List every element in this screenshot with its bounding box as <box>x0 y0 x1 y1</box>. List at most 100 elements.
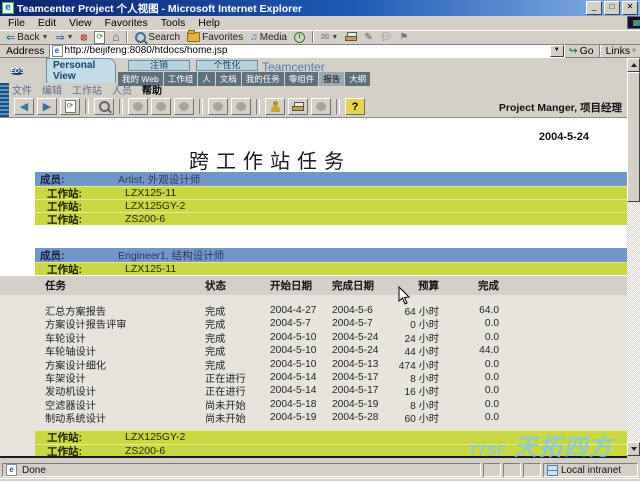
app-menu-workstation[interactable]: 工作站 <box>72 82 102 97</box>
disabled-tool-icon <box>213 102 223 111</box>
security-zone-pane: Local intranet <box>543 463 638 477</box>
watermark-text: 天拓四方 <box>514 434 614 460</box>
ie-window-icon: e <box>2 2 14 14</box>
disabled-tool-button-1 <box>128 98 148 115</box>
workstation-label: 工作站: <box>35 262 125 277</box>
app-menu-file[interactable]: 文件 <box>12 82 32 97</box>
links-button[interactable]: Links » <box>606 45 636 57</box>
page-icon: e <box>52 45 63 57</box>
mail-dropdown-icon[interactable]: ▼ <box>331 34 338 41</box>
forward-dropdown-icon[interactable]: ▼ <box>67 34 74 41</box>
workstation-label: 工作站: <box>35 444 125 458</box>
report-page: 2004-5-24 跨工作站任务 成员: Artist, 外观设计师 工作站: … <box>0 118 627 458</box>
back-button[interactable]: ⇐ Back ▼ <box>6 31 48 44</box>
maximize-button[interactable]: □ <box>604 1 620 15</box>
toolbar-separator <box>126 31 128 43</box>
search-button[interactable]: Search <box>135 32 180 43</box>
media-button[interactable]: ♫ Media <box>250 32 287 43</box>
help-icon: ? <box>352 101 359 113</box>
personal-view-tab[interactable]: Personal View <box>46 58 116 83</box>
eds-globe-icon: EDS <box>10 68 24 75</box>
minimize-button[interactable]: _ <box>586 1 602 15</box>
app-toolbar-separator <box>336 99 340 114</box>
task-row: 空滤器设计尚未开始2004-5-182004-5-198 小时0.0 <box>0 397 627 410</box>
workstation-value: LZX125-11 <box>125 187 176 199</box>
disabled-tool-button-4 <box>208 98 228 115</box>
workstation-row: 工作站: ZS200-6 <box>35 212 627 225</box>
app-menu-people[interactable]: 人员 <box>112 82 132 97</box>
app-toolbar-separator <box>119 99 123 114</box>
status-pane <box>523 463 541 477</box>
app-forward-button[interactable]: ▶ <box>37 98 57 115</box>
col-complete: 完成 <box>439 278 499 293</box>
forward-button[interactable]: ⇒ ▼ <box>55 31 73 44</box>
messenger-button[interactable]: ⚑ <box>399 32 408 43</box>
app-search-button[interactable] <box>94 98 114 115</box>
report-title: 跨工作站任务 <box>0 145 540 174</box>
menu-favorites[interactable]: Favorites <box>105 17 148 29</box>
app-refresh-icon: ⟳ <box>65 100 76 113</box>
address-dropdown-icon[interactable]: ▼ <box>550 45 564 57</box>
toolbar-separator <box>312 31 314 43</box>
app-toolbar-separator <box>256 99 260 114</box>
back-dropdown-icon[interactable]: ▼ <box>41 34 48 41</box>
browser-menubar: File Edit View Favorites Tools Help <box>0 16 640 31</box>
app-menu-help[interactable]: 帮助 <box>142 82 162 97</box>
forward-icon: ⇒ <box>55 31 64 44</box>
home-button[interactable]: ⌂ <box>112 30 119 44</box>
personalize-button[interactable]: 个性化 <box>196 60 258 71</box>
close-button[interactable]: ✕ <box>622 1 638 15</box>
col-status: 状态 <box>205 278 270 293</box>
menu-view[interactable]: View <box>69 17 92 29</box>
disabled-tool-icon <box>156 102 166 111</box>
history-button[interactable] <box>294 32 305 43</box>
messenger-icon: ⚑ <box>399 32 408 43</box>
menu-file[interactable]: File <box>8 17 25 29</box>
print-icon <box>345 32 357 42</box>
app-menu-edit[interactable]: 编辑 <box>42 82 62 97</box>
go-button[interactable]: ↪ Go <box>569 45 594 57</box>
workstation-value: LZX125-11 <box>125 263 176 275</box>
menu-edit[interactable]: Edit <box>38 17 56 29</box>
task-table-header: 任务 状态 开始日期 完成日期 预算 完成 <box>0 276 627 295</box>
member-header-row: 成员: Artist, 外观设计师 <box>35 172 627 186</box>
zone-text: Local intranet <box>561 465 621 476</box>
home-icon: ⌂ <box>112 30 119 44</box>
scroll-thumb[interactable] <box>627 72 640 202</box>
col-start-date: 开始日期 <box>270 278 332 293</box>
member-label: 成员: <box>35 172 118 187</box>
workstation-value: ZS200-6 <box>125 445 165 457</box>
app-forward-icon: ▶ <box>43 100 51 113</box>
task-row: 发动机设计正在进行2004-5-142004-5-1716 小时0.0 <box>0 383 627 396</box>
app-back-icon: ◀ <box>20 100 28 113</box>
window-title: Teamcenter Project 个人视图 - Microsoft Inte… <box>17 1 586 16</box>
edit-button[interactable]: ✎ <box>364 32 372 43</box>
discuss-icon: 💬︎ <box>380 32 393 43</box>
app-print-button[interactable] <box>288 98 308 115</box>
favorites-icon <box>187 32 200 42</box>
logout-button[interactable]: 注销 <box>128 60 190 71</box>
col-task: 任务 <box>45 278 205 293</box>
discuss-button[interactable]: 💬︎ <box>380 32 393 43</box>
app-refresh-button[interactable]: ⟳ <box>60 98 80 115</box>
disabled-tool-icon <box>236 102 246 111</box>
app-back-button[interactable]: ◀ <box>14 98 34 115</box>
stop-icon: ⦻ <box>81 32 88 43</box>
eds-logo: EDS <box>10 60 44 80</box>
vertical-scrollbar[interactable] <box>627 58 640 456</box>
address-input[interactable] <box>65 46 550 56</box>
menu-tools[interactable]: Tools <box>161 17 186 29</box>
scroll-up-button[interactable] <box>627 58 640 72</box>
stop-button[interactable]: ⦻ <box>81 32 88 43</box>
refresh-button[interactable]: ⟳ <box>94 31 105 44</box>
window-titlebar[interactable]: e Teamcenter Project 个人视图 - Microsoft In… <box>0 0 640 16</box>
print-button[interactable] <box>345 32 357 42</box>
app-help-button[interactable]: ? <box>345 98 365 115</box>
watermark: TTSF 天拓四方 <box>468 428 640 462</box>
app-user-button[interactable] <box>265 98 285 115</box>
favorites-button[interactable]: Favorites <box>187 32 243 43</box>
mail-button[interactable]: ✉ ▼ <box>321 32 338 43</box>
col-end-date: 完成日期 <box>332 278 394 293</box>
menu-help[interactable]: Help <box>198 17 220 29</box>
disabled-tool-icon <box>179 102 189 111</box>
